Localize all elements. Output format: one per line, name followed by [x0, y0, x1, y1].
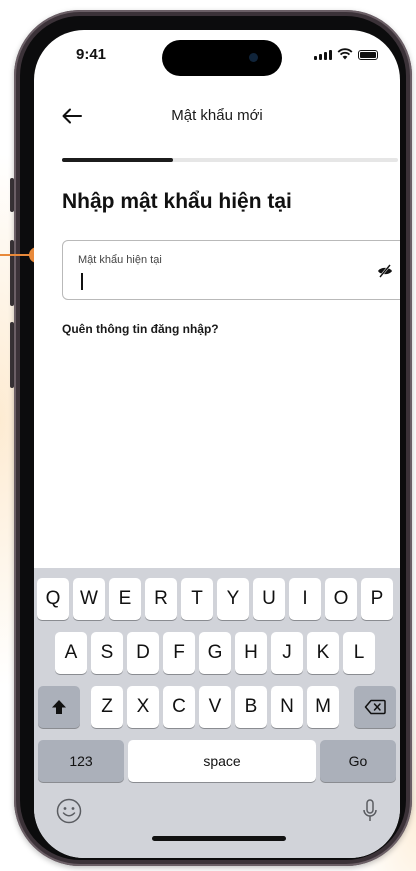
key-w[interactable]: W: [73, 578, 105, 620]
key-u[interactable]: U: [253, 578, 285, 620]
dynamic-island: [162, 40, 282, 76]
key-v[interactable]: V: [199, 686, 231, 728]
key-y[interactable]: Y: [217, 578, 249, 620]
key-s[interactable]: S: [91, 632, 123, 674]
key-m[interactable]: M: [307, 686, 339, 728]
shift-key[interactable]: [38, 686, 80, 728]
key-r[interactable]: R: [145, 578, 177, 620]
status-time: 9:41: [76, 46, 107, 63]
microphone-icon: [363, 799, 377, 821]
key-g[interactable]: G: [199, 632, 231, 674]
progress-fill: [62, 158, 173, 162]
wifi-icon: [337, 48, 353, 60]
key-b[interactable]: B: [235, 686, 267, 728]
key-k[interactable]: K: [307, 632, 339, 674]
key-d[interactable]: D: [127, 632, 159, 674]
keyboard-row-2: ASDFGHJKL: [34, 632, 400, 674]
key-o[interactable]: O: [325, 578, 357, 620]
numbers-key[interactable]: 123: [38, 740, 124, 782]
shift-icon: [52, 700, 66, 714]
keyboard: QWERTYUIOP ASDFGHJKL ZXCVBNM 123 space G…: [34, 568, 400, 858]
page-title: Mật khẩu mới: [171, 107, 263, 124]
current-password-input[interactable]: [77, 271, 347, 291]
key-x[interactable]: X: [127, 686, 159, 728]
backspace-icon: [364, 699, 386, 715]
current-password-label: Mật khẩu hiện tại: [78, 254, 162, 266]
emoji-icon: [56, 798, 82, 824]
keyboard-row-4: 123 space Go: [34, 740, 400, 782]
key-f[interactable]: F: [163, 632, 195, 674]
key-h[interactable]: H: [235, 632, 267, 674]
space-key[interactable]: space: [128, 740, 316, 782]
eye-off-icon: [378, 264, 392, 278]
go-key[interactable]: Go: [320, 740, 396, 782]
current-password-field[interactable]: Mật khẩu hiện tại: [62, 240, 400, 300]
phone-screen: 9:41 Mật khẩu mới Nhập mật khẩu hiện tại: [34, 30, 400, 858]
keyboard-row-3: ZXCVBNM: [34, 686, 400, 728]
dictation-button[interactable]: [358, 796, 382, 826]
toggle-visibility-button[interactable]: [374, 260, 396, 282]
key-j[interactable]: J: [271, 632, 303, 674]
status-icons: [314, 48, 378, 60]
key-a[interactable]: A: [55, 632, 87, 674]
progress-track: [62, 158, 398, 162]
key-t[interactable]: T: [181, 578, 213, 620]
status-bar: 9:41: [34, 30, 400, 86]
key-c[interactable]: C: [163, 686, 195, 728]
camera-icon: [249, 53, 258, 62]
key-l[interactable]: L: [343, 632, 375, 674]
cellular-signal-icon: [314, 50, 332, 60]
key-e[interactable]: E: [109, 578, 141, 620]
delete-key[interactable]: [354, 686, 396, 728]
key-p[interactable]: P: [361, 578, 393, 620]
battery-icon: [358, 50, 378, 60]
section-heading: Nhập mật khẩu hiện tại: [62, 190, 292, 213]
forgot-login-link[interactable]: Quên thông tin đăng nhập?: [62, 322, 219, 336]
key-n[interactable]: N: [271, 686, 303, 728]
emoji-button[interactable]: [54, 796, 84, 826]
key-q[interactable]: Q: [37, 578, 69, 620]
navigation-bar: Mật khẩu mới: [34, 100, 400, 134]
keyboard-row-1: QWERTYUIOP: [34, 578, 400, 620]
home-indicator: [152, 836, 286, 841]
key-z[interactable]: Z: [91, 686, 123, 728]
key-i[interactable]: I: [289, 578, 321, 620]
